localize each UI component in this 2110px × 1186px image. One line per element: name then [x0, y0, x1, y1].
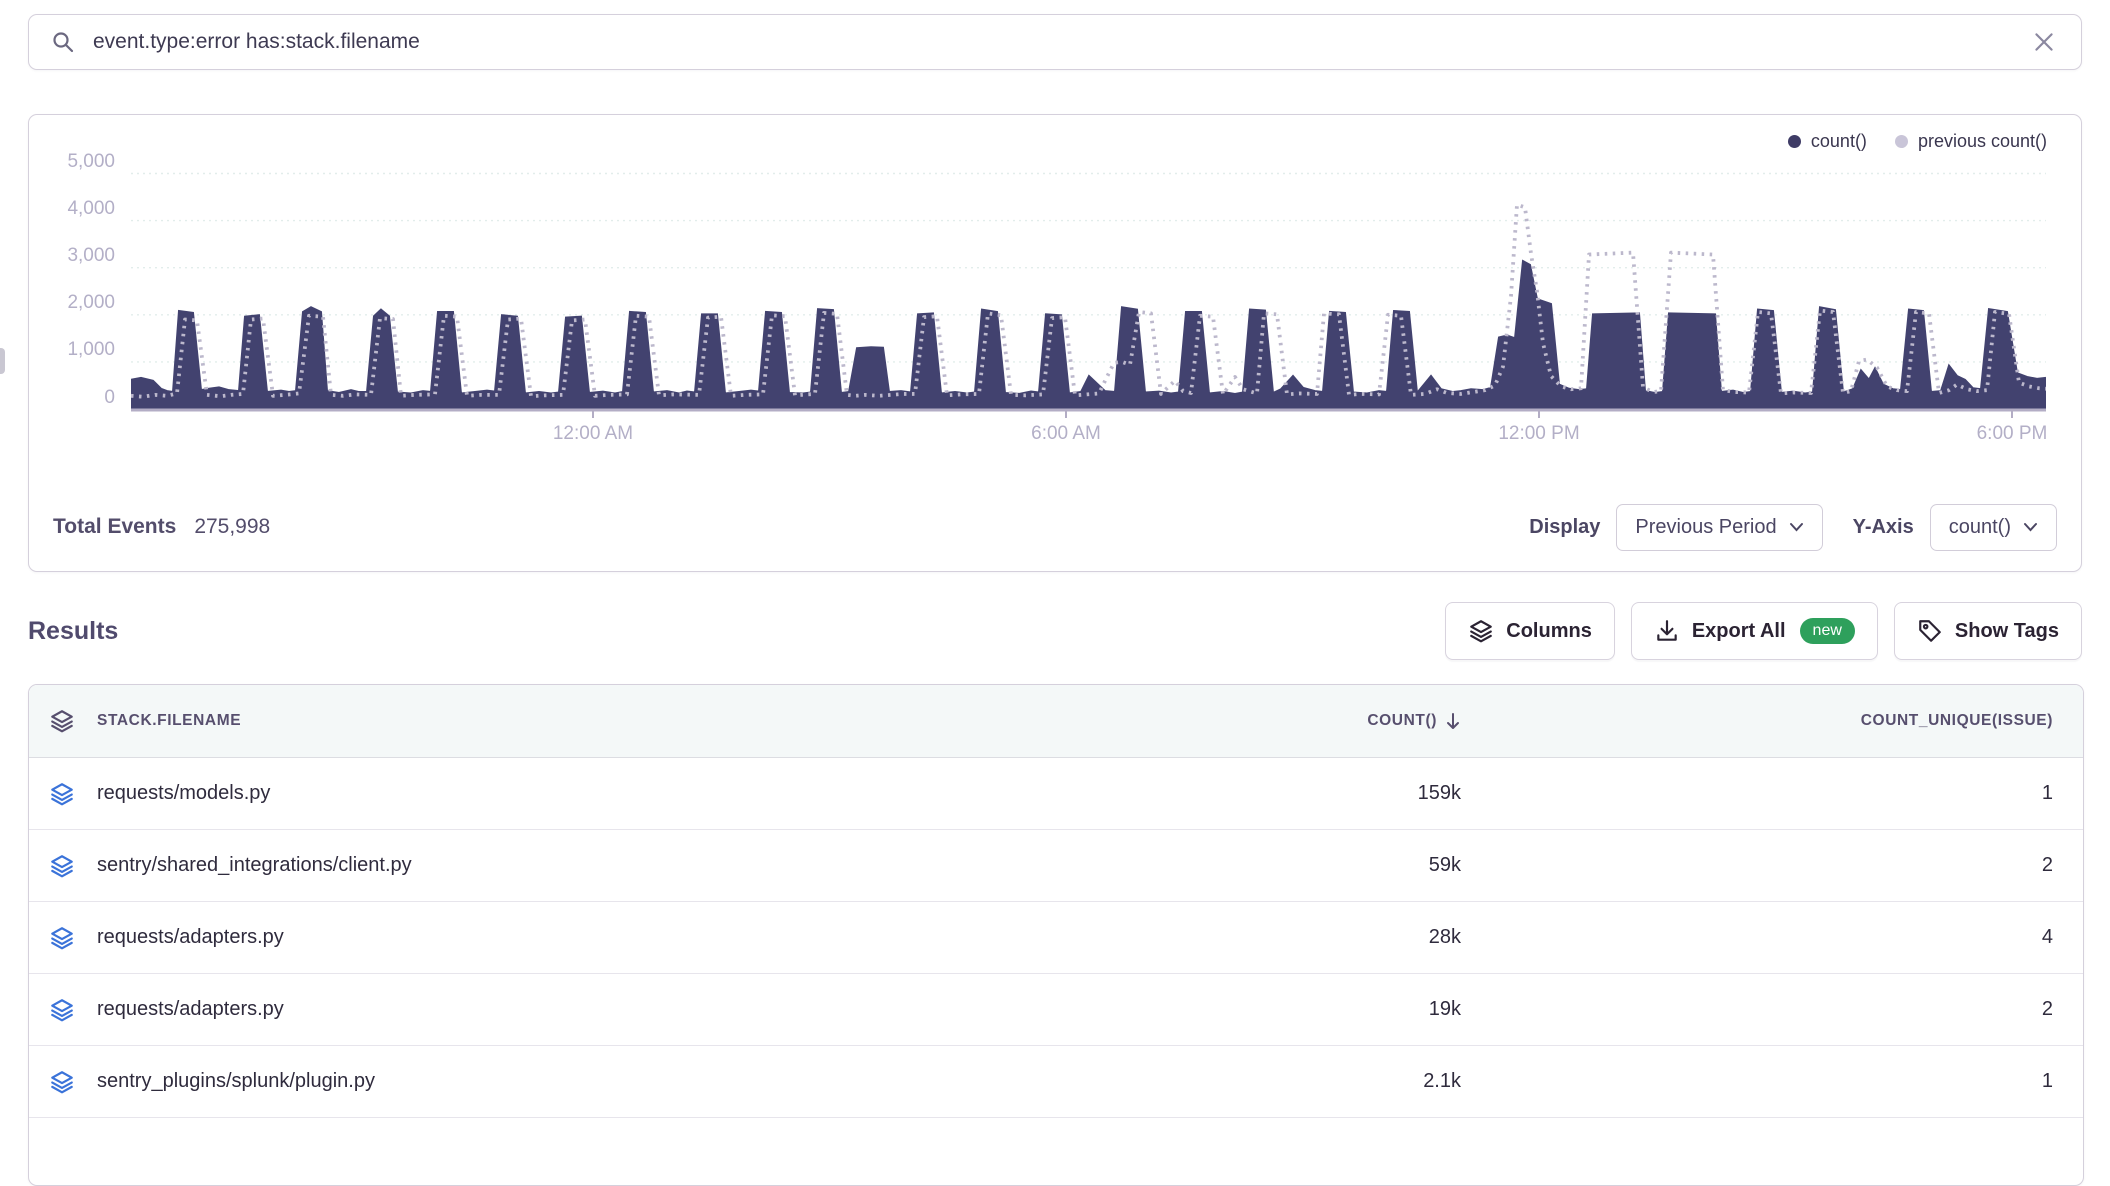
x-tick-12am: 12:00 AM [523, 423, 663, 445]
x-tick-6am: 6:00 AM [996, 423, 1136, 445]
cell-count-unique: 1 [2042, 1070, 2053, 1092]
header-count-unique-issue[interactable]: COUNT_UNIQUE(ISSUE) [1461, 712, 2083, 730]
show-tags-button-label: Show Tags [1955, 620, 2059, 643]
x-tick-6pm: 6:00 PM [1942, 423, 2082, 445]
clear-search-button[interactable] [2029, 27, 2059, 57]
close-icon [2031, 29, 2057, 55]
header-count[interactable]: COUNT() [1161, 712, 1461, 730]
table-row[interactable]: requests/adapters.py 28k 4 [29, 902, 2083, 974]
y-tick-1000: 1,000 [29, 339, 115, 361]
y-tick-0: 0 [29, 387, 115, 409]
columns-button[interactable]: Columns [1445, 602, 1615, 660]
download-icon [1654, 618, 1680, 644]
search-input[interactable] [91, 29, 2029, 55]
chevron-down-icon [2023, 522, 2038, 532]
legend-item-previous-count[interactable]: previous count() [1895, 131, 2047, 152]
chart-legend: count() previous count() [1788, 131, 2047, 152]
display-label: Display [1529, 516, 1600, 539]
chart-controls: Display Previous Period Y-Axis count() [1529, 504, 2057, 551]
header-count-label: COUNT() [1367, 712, 1437, 730]
columns-button-label: Columns [1506, 620, 1592, 643]
legend-label-count: count() [1811, 131, 1867, 152]
table-row[interactable]: sentry/shared_integrations/client.py 59k… [29, 830, 2083, 902]
chart-summary-row: Total Events 275,998 Display Previous Pe… [29, 481, 2081, 573]
cell-filename: sentry/shared_integrations/client.py [97, 854, 412, 877]
events-chart-panel: count() previous count() 5,000 4,000 3,0… [28, 114, 2082, 572]
layers-icon [49, 997, 75, 1023]
sort-desc-icon [1445, 712, 1461, 730]
yaxis-dropdown[interactable]: count() [1930, 504, 2057, 551]
cell-count-unique: 2 [2042, 854, 2053, 876]
total-events-value: 275,998 [194, 515, 270, 539]
yaxis-dropdown-value: count() [1949, 516, 2011, 539]
cell-count-unique: 4 [2042, 926, 2053, 948]
cell-count-unique: 1 [2042, 782, 2053, 804]
chart-svg [131, 151, 2046, 419]
results-title: Results [28, 617, 118, 646]
x-tick-12pm: 12:00 PM [1469, 423, 1609, 445]
results-header: Results Columns Export All new Show Tags [28, 600, 2082, 662]
cell-filename: requests/adapters.py [97, 926, 284, 949]
header-stack-filename[interactable]: STACK.FILENAME [29, 708, 1161, 734]
cell-filename: requests/adapters.py [97, 998, 284, 1021]
layers-icon [49, 853, 75, 879]
yaxis-label: Y-Axis [1853, 516, 1914, 539]
search-icon [51, 30, 75, 54]
total-events-label: Total Events [53, 515, 176, 539]
chevron-down-icon [1789, 522, 1804, 532]
clipped-edge-element [0, 348, 5, 374]
y-tick-2000: 2,000 [29, 292, 115, 314]
total-events: Total Events 275,998 [53, 515, 270, 539]
cell-count: 59k [1429, 854, 1461, 877]
layers-icon [1468, 618, 1494, 644]
results-actions: Columns Export All new Show Tags [1445, 602, 2082, 660]
y-tick-4000: 4,000 [29, 198, 115, 220]
tag-icon [1917, 618, 1943, 644]
table-header-row: STACK.FILENAME COUNT() COUNT_UNIQUE(ISSU… [29, 685, 2083, 758]
display-dropdown[interactable]: Previous Period [1616, 504, 1822, 551]
legend-dot-count [1788, 135, 1801, 148]
new-badge: new [1800, 618, 1855, 644]
layers-icon [49, 708, 75, 734]
cell-count: 2.1k [1423, 1070, 1461, 1093]
cell-count: 28k [1429, 926, 1461, 949]
table-row[interactable]: sentry_plugins/splunk/plugin.py 2.1k 1 [29, 1046, 2083, 1118]
display-dropdown-value: Previous Period [1635, 516, 1776, 539]
y-tick-3000: 3,000 [29, 245, 115, 267]
layers-icon [49, 781, 75, 807]
table-row[interactable]: requests/models.py 159k 1 [29, 758, 2083, 830]
discover-page: count() previous count() 5,000 4,000 3,0… [0, 0, 2110, 1102]
chart-plot [131, 151, 2046, 413]
export-all-button[interactable]: Export All new [1631, 602, 1878, 660]
cell-count-unique: 2 [2042, 998, 2053, 1020]
table-row[interactable]: requests/adapters.py 19k 2 [29, 974, 2083, 1046]
results-table: STACK.FILENAME COUNT() COUNT_UNIQUE(ISSU… [28, 684, 2084, 1186]
search-bar [28, 14, 2082, 70]
show-tags-button[interactable]: Show Tags [1894, 602, 2082, 660]
y-tick-5000: 5,000 [29, 151, 115, 173]
legend-dot-previous-count [1895, 135, 1908, 148]
legend-item-count[interactable]: count() [1788, 131, 1867, 152]
layers-icon [49, 925, 75, 951]
export-all-button-label: Export All [1692, 620, 1786, 643]
cell-count: 19k [1429, 998, 1461, 1021]
cell-filename: requests/models.py [97, 782, 270, 805]
layers-icon [49, 1069, 75, 1095]
header-count-unique-issue-label: COUNT_UNIQUE(ISSUE) [1861, 712, 2053, 729]
legend-label-previous-count: previous count() [1918, 131, 2047, 152]
header-stack-filename-label: STACK.FILENAME [97, 712, 241, 730]
cell-count: 159k [1418, 782, 1461, 805]
cell-filename: sentry_plugins/splunk/plugin.py [97, 1070, 375, 1093]
